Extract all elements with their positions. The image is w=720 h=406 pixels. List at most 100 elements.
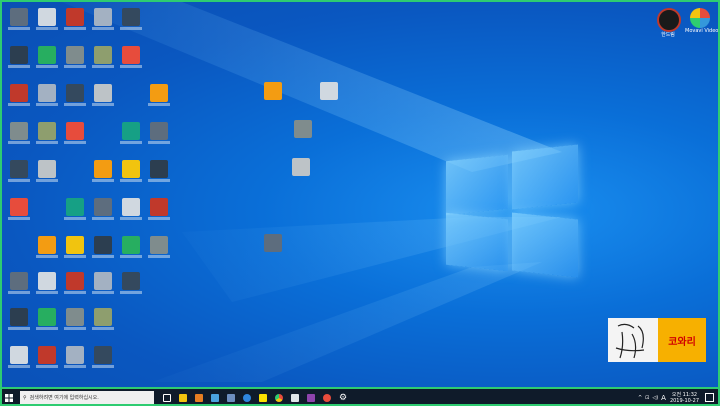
desktop-shortcut[interactable] [120,8,142,30]
desktop-shortcut[interactable] [92,272,114,294]
volume-icon[interactable]: ◁) [652,395,658,401]
desktop-shortcut[interactable] [64,84,86,106]
icon-caption-blurred [36,27,58,30]
taskbar-app-twitch[interactable] [304,391,318,405]
desktop-shortcut[interactable] [36,346,58,368]
desktop-shortcut[interactable] [64,308,86,330]
app-icon [38,272,56,290]
desktop-shortcut[interactable] [8,308,30,330]
desktop-shortcut[interactable] [64,346,86,368]
taskbar-app-edge[interactable] [240,391,254,405]
desktop-shortcut[interactable] [64,198,86,220]
desktop-shortcut[interactable] [36,46,58,68]
desktop-shortcut[interactable] [92,84,114,106]
desktop-shortcut[interactable] [36,236,58,258]
desktop-shortcut[interactable] [120,122,142,144]
app-icon [150,160,168,178]
taskbar-app-store[interactable] [224,391,238,405]
desktop-shortcut[interactable] [92,346,114,368]
desktop-shortcut[interactable] [120,160,142,182]
desktop-shortcut-movavi[interactable]: Movavi Video Su... [685,8,718,34]
desktop-shortcut[interactable] [148,198,170,220]
desktop-shortcut[interactable] [64,236,86,258]
network-icon[interactable]: ⊡ [645,395,649,401]
desktop-shortcut[interactable] [8,46,30,68]
desktop-shortcut[interactable] [8,160,30,182]
task-view-button[interactable] [160,391,174,405]
icon-caption-blurred [148,217,170,220]
start-button[interactable] [2,389,16,404]
icon-caption-blurred [120,65,142,68]
desktop-shortcut[interactable] [148,236,170,258]
desktop-shortcut[interactable] [120,198,142,220]
taskbar-app-explorer[interactable] [176,391,190,405]
notification-center-icon[interactable] [705,393,714,402]
desktop-shortcut[interactable] [64,122,86,144]
bird-icon [211,393,219,402]
desktop-shortcut[interactable] [92,8,114,30]
desktop-shortcut[interactable] [92,198,114,220]
icon-caption-blurred [92,327,114,330]
app-icon [94,46,112,64]
desktop-shortcut[interactable] [120,272,142,294]
watermark-drawing [608,318,658,362]
clock[interactable]: 오전 11:32 2019-10-27 [670,392,699,404]
desktop-shortcut[interactable] [264,82,282,100]
icon-caption-blurred [120,179,142,182]
desktop-shortcut[interactable] [64,46,86,68]
icon-caption-blurred [148,141,170,144]
desktop-shortcut-handream[interactable]: 한드림 [657,8,681,38]
taskbar-app-settings[interactable]: ⚙ [336,391,350,405]
desktop-shortcut[interactable] [92,308,114,330]
taskbar-app-red[interactable] [320,391,334,405]
icon-caption-blurred [36,291,58,294]
desktop-shortcut[interactable] [36,122,58,144]
taskbar-app-word[interactable] [192,391,206,405]
tray-chevron-up-icon[interactable]: ^ [638,395,642,401]
desktop-shortcut[interactable] [8,8,30,30]
desktop-shortcut[interactable] [92,46,114,68]
desktop-shortcut[interactable] [92,160,114,182]
windows-logo [446,144,580,278]
app-icon [122,272,140,290]
taskbar-app-chrome[interactable] [272,391,286,405]
desktop-shortcut[interactable] [148,84,170,106]
app-icon [66,272,84,290]
taskbar: ⚲ 검색하려면 여기에 입력하십시오. ⚙ ^ ⊡ ◁) A 오전 11:32 … [2,387,718,405]
desktop-shortcut[interactable] [8,198,30,220]
desktop-shortcut[interactable] [294,120,312,138]
taskbar-app-bird[interactable] [208,391,222,405]
desktop-shortcut[interactable] [92,236,114,258]
app-icon [10,122,28,140]
icon-caption-blurred [36,365,58,368]
desktop-shortcut[interactable] [148,122,170,144]
taskbar-app-media[interactable] [288,391,302,405]
app-icon [122,198,140,216]
desktop-shortcut[interactable] [64,272,86,294]
app-icon [38,122,56,140]
ime-indicator[interactable]: A [661,394,666,402]
desktop-shortcut[interactable] [8,84,30,106]
desktop-shortcut[interactable] [36,308,58,330]
desktop-shortcut[interactable] [64,8,86,30]
desktop-shortcut[interactable] [36,160,58,182]
desktop-shortcut[interactable] [264,234,282,252]
desktop-shortcut[interactable] [8,346,30,368]
desktop-shortcut[interactable] [36,84,58,106]
icon-caption-blurred [120,255,142,258]
desktop-shortcut[interactable] [36,272,58,294]
taskbar-search-box[interactable]: ⚲ 검색하려면 여기에 입력하십시오. [20,391,154,404]
desktop-shortcut[interactable] [8,122,30,144]
desktop-shortcut[interactable] [8,272,30,294]
desktop-shortcut[interactable] [320,82,338,100]
desktop-shortcut[interactable] [36,8,58,30]
desktop-shortcut[interactable] [120,46,142,68]
taskbar-app-kakao[interactable] [256,391,270,405]
desktop-shortcut[interactable] [148,160,170,182]
desktop-shortcut[interactable] [292,158,310,176]
icon-caption-blurred [8,65,30,68]
desktop-shortcut[interactable] [120,236,142,258]
icon-caption-blurred [120,291,142,294]
app-icon [150,236,168,254]
app-icon [122,8,140,26]
